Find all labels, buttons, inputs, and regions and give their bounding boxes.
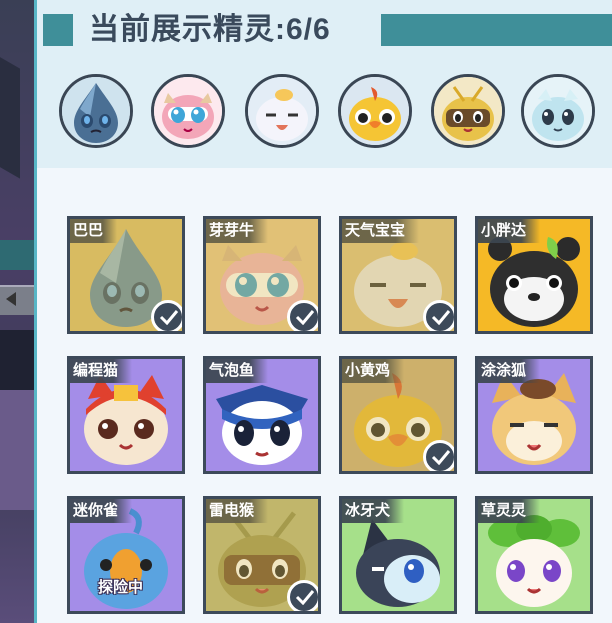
cloud-egg-creature-icon bbox=[248, 77, 316, 145]
pet-card-xiaopangda[interactable]: 小胖达 bbox=[475, 216, 593, 334]
showcase-header: 当前展示精灵:6/6 bbox=[37, 0, 612, 168]
pet-grid: 巴巴 芽芽牛 天气宝宝 小胖达 编程猫 气泡鱼 小黄鸡 涂涂狐 迷你雀 探险中 … bbox=[67, 216, 593, 616]
check-icon bbox=[287, 300, 318, 331]
pet-name: 迷你雀 bbox=[70, 499, 133, 523]
pet-card-yayaniu[interactable]: 芽芽牛 bbox=[203, 216, 321, 334]
pet-card-bianchengmao[interactable]: 编程猫 bbox=[67, 356, 185, 474]
thunder-monkey-creature-icon bbox=[434, 77, 502, 145]
showcase-avatar-baba[interactable] bbox=[59, 74, 133, 148]
ice-puppy-creature-icon bbox=[524, 77, 592, 145]
check-icon bbox=[151, 300, 182, 331]
check-icon bbox=[287, 580, 318, 611]
showcase-avatar-xiaohuangji[interactable] bbox=[338, 74, 412, 148]
page-title: 当前展示精灵:6/6 bbox=[89, 13, 331, 46]
showcase-avatar-bingyaquan[interactable] bbox=[521, 74, 595, 148]
showcase-avatar-tianqibaobao[interactable] bbox=[245, 74, 319, 148]
pet-card-baba[interactable]: 巴巴 bbox=[67, 216, 185, 334]
game-background bbox=[0, 0, 34, 623]
showcase-avatar-row bbox=[37, 70, 612, 152]
pet-name: 芽芽牛 bbox=[206, 219, 269, 243]
yellow-chick-creature-icon bbox=[341, 77, 409, 145]
status-badge: 探险中 bbox=[98, 579, 144, 596]
pet-name: 草灵灵 bbox=[478, 499, 541, 523]
showcase-avatar-yayaniu[interactable] bbox=[151, 74, 225, 148]
pet-card-caolingling[interactable]: 草灵灵 bbox=[475, 496, 593, 614]
left-arrow-icon bbox=[6, 292, 16, 306]
pet-name: 涂涂狐 bbox=[478, 359, 541, 383]
pet-card-tutuhu[interactable]: 涂涂狐 bbox=[475, 356, 593, 474]
showcase-avatar-leidianhou[interactable] bbox=[431, 74, 505, 148]
pet-card-bingyaquan[interactable]: 冰牙犬 bbox=[339, 496, 457, 614]
pet-name: 冰牙犬 bbox=[342, 499, 405, 523]
pet-name: 雷电猴 bbox=[206, 499, 269, 523]
pet-name: 气泡鱼 bbox=[206, 359, 269, 383]
pet-name: 小胖达 bbox=[478, 219, 541, 243]
pink-calf-creature-icon bbox=[154, 77, 222, 145]
pet-name: 天气宝宝 bbox=[342, 219, 420, 243]
pet-card-xiaohuangji[interactable]: 小黄鸡 bbox=[339, 356, 457, 474]
pet-card-tianqibaobao[interactable]: 天气宝宝 bbox=[339, 216, 457, 334]
showcase-panel: 当前展示精灵:6/6 巴巴 芽芽牛 天气宝宝 小胖达 编程猫 气泡鱼 小黄鸡 涂… bbox=[34, 0, 612, 623]
pet-card-minique[interactable]: 迷你雀 探险中 bbox=[67, 496, 185, 614]
check-icon bbox=[423, 440, 454, 471]
water-drop-creature-icon bbox=[62, 77, 130, 145]
pet-card-qipaoyu[interactable]: 气泡鱼 bbox=[203, 356, 321, 474]
pet-card-leidianhou[interactable]: 雷电猴 bbox=[203, 496, 321, 614]
pet-name: 巴巴 bbox=[70, 219, 118, 243]
title-decoration-right bbox=[381, 14, 612, 46]
check-icon bbox=[423, 300, 454, 331]
pet-name: 编程猫 bbox=[70, 359, 133, 383]
title-decoration-left bbox=[43, 14, 73, 46]
pet-name: 小黄鸡 bbox=[342, 359, 405, 383]
